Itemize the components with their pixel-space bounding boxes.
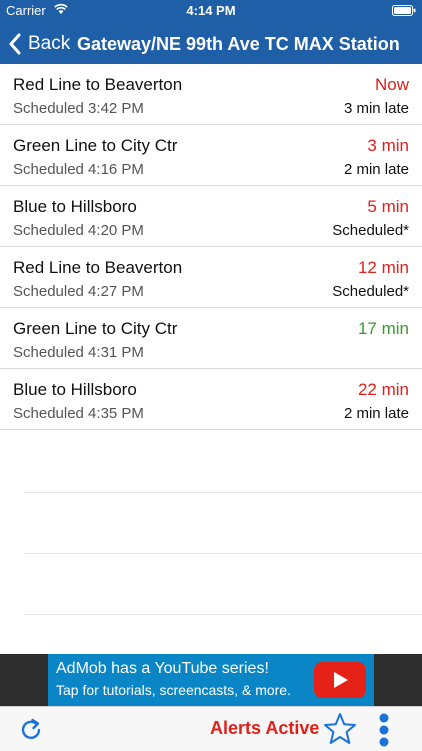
ad-banner: AdMob has a YouTube series! Tap for tuto… [0, 654, 422, 706]
refresh-icon[interactable] [18, 716, 44, 742]
delay-status: Scheduled* [332, 222, 409, 239]
eta-time: 12 min [357, 258, 409, 277]
nav-bar: Back Gateway/NE 99th Ave TC MAX Station [0, 24, 422, 64]
page-title: Gateway/NE 99th Ave TC MAX Station [77, 34, 400, 54]
status-bar: Carrier 4:14 PM [0, 0, 422, 20]
scheduled-time: Scheduled 4:16 PM [13, 161, 144, 178]
delay-status: Scheduled* [332, 283, 409, 300]
scheduled-time: Scheduled 4:35 PM [13, 405, 144, 422]
route-name: Blue to Hillsboro [13, 197, 137, 216]
arrival-row[interactable]: Green Line to City Ctr Scheduled 4:16 PM… [0, 125, 422, 186]
star-icon[interactable] [322, 711, 358, 747]
arrival-row[interactable]: Red Line to Beaverton Scheduled 4:27 PM … [0, 247, 422, 308]
arrivals-list: Red Line to Beaverton Scheduled 3:42 PM … [0, 64, 422, 430]
back-chevron-icon [9, 33, 21, 55]
eta-time: 17 min [357, 319, 409, 338]
header: Carrier 4:14 PM Back Gateway/NE 99th Ave… [0, 0, 422, 64]
back-label: Back [28, 33, 71, 54]
more-vertical-icon[interactable] [378, 713, 390, 747]
ad-headline: AdMob has a YouTube series! [56, 660, 269, 677]
arrival-row[interactable]: Blue to Hillsboro Scheduled 4:35 PM 22 m… [0, 369, 422, 430]
route-name: Green Line to City Ctr [13, 319, 178, 338]
empty-row-separator [24, 492, 422, 493]
ad-link[interactable]: AdMob has a YouTube series! Tap for tuto… [48, 654, 374, 706]
arrival-row[interactable]: Blue to Hillsboro Scheduled 4:20 PM 5 mi… [0, 186, 422, 247]
route-name: Blue to Hillsboro [13, 380, 137, 399]
empty-row-separator [24, 553, 422, 554]
ad-subline: Tap for tutorials, screencasts, & more. [56, 682, 291, 698]
route-name: Green Line to City Ctr [13, 136, 178, 155]
eta-time: 22 min [357, 380, 409, 399]
arrival-row[interactable]: Green Line to City Ctr Scheduled 4:31 PM… [0, 308, 422, 369]
back-button[interactable]: Back [8, 30, 70, 58]
scheduled-time: Scheduled 4:27 PM [13, 283, 144, 300]
route-name: Red Line to Beaverton [13, 258, 183, 277]
eta-time: Now [374, 75, 409, 94]
status-time: 4:14 PM [186, 3, 236, 18]
delay-status: 3 min late [343, 100, 409, 117]
scheduled-time: Scheduled 4:31 PM [13, 344, 144, 361]
arrival-row[interactable]: Red Line to Beaverton Scheduled 3:42 PM … [0, 64, 422, 125]
eta-time: 3 min [367, 136, 409, 155]
alerts-active-button[interactable]: Alerts Active [210, 718, 319, 739]
play-icon [314, 662, 366, 698]
scheduled-time: Scheduled 4:20 PM [13, 222, 144, 239]
eta-time: 5 min [367, 197, 409, 216]
bottom-toolbar: Alerts Active [0, 706, 422, 751]
route-name: Red Line to Beaverton [13, 75, 183, 94]
empty-row-separator [24, 614, 422, 615]
battery-icon [392, 5, 416, 16]
scheduled-time: Scheduled 3:42 PM [13, 100, 144, 117]
delay-status: 2 min late [343, 161, 409, 178]
delay-status: 2 min late [343, 405, 409, 422]
